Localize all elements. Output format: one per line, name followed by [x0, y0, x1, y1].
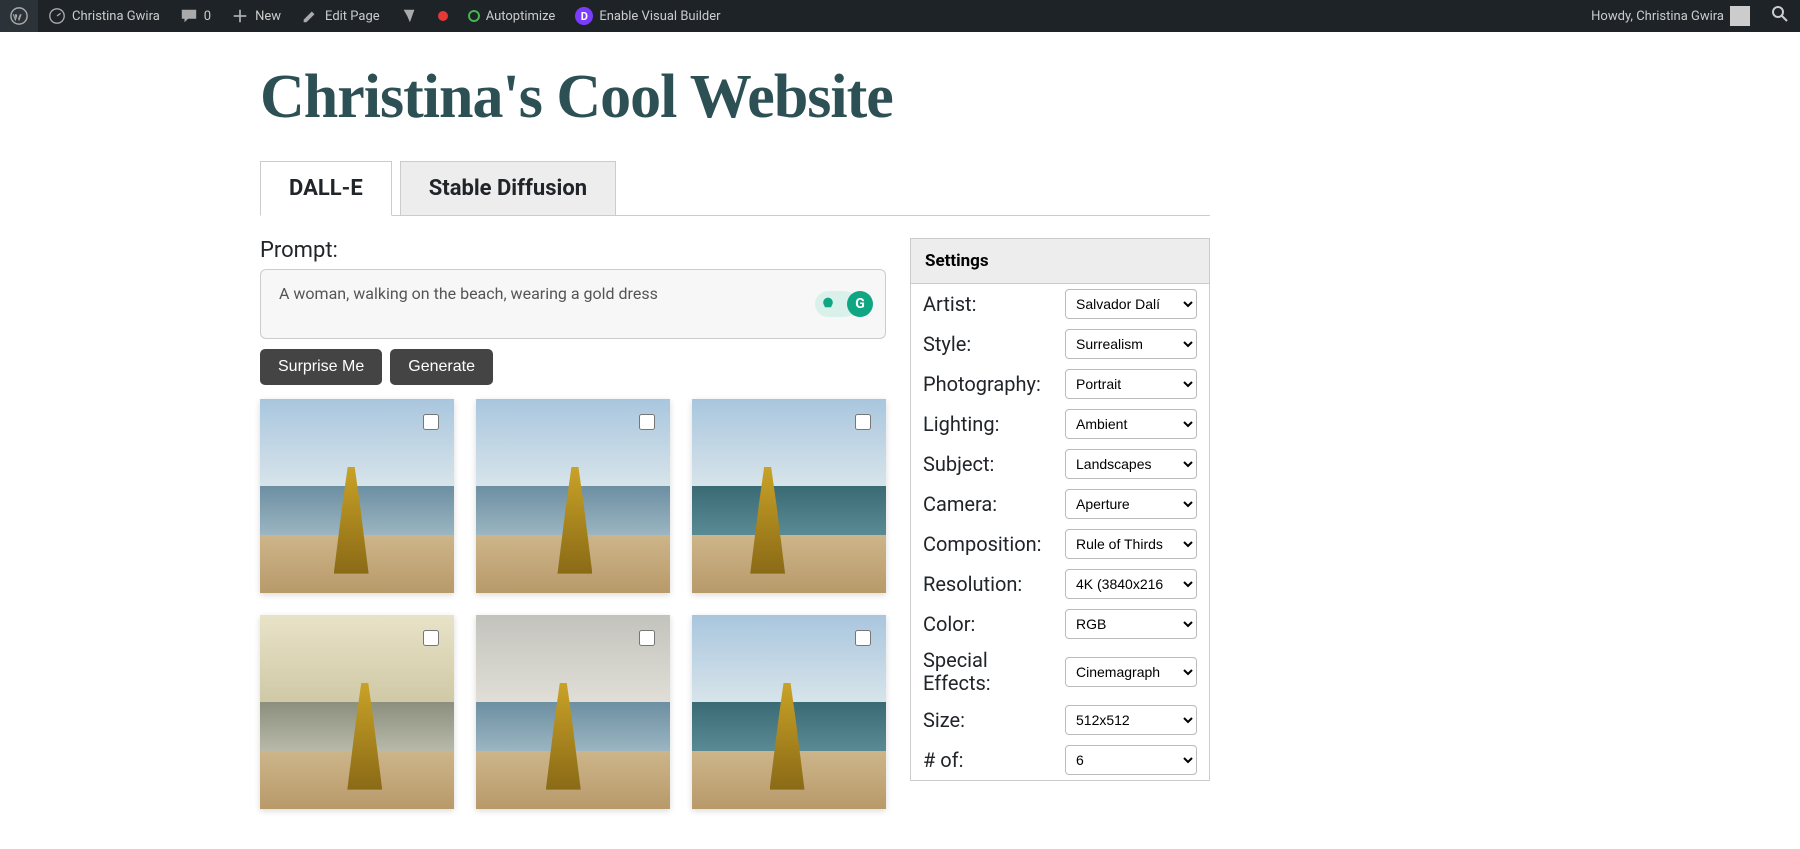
setting-select-subject[interactable]: Landscapes	[1065, 449, 1197, 479]
setting-select-style[interactable]: Surrealism	[1065, 329, 1197, 359]
plus-icon	[231, 7, 249, 25]
setting-select-composition[interactable]: Rule of Thirds	[1065, 529, 1197, 559]
results-gallery	[260, 399, 886, 809]
result-thumb[interactable]	[692, 399, 886, 593]
setting-select-lighting[interactable]: Ambient	[1065, 409, 1197, 439]
setting-row-count: # of:6	[911, 740, 1209, 780]
surprise-button[interactable]: Surprise Me	[260, 349, 382, 385]
select-result-checkbox[interactable]	[639, 414, 655, 430]
tab-dalle[interactable]: DALL-E	[260, 161, 392, 216]
avatar-icon	[1730, 6, 1750, 26]
select-result-checkbox[interactable]	[639, 630, 655, 646]
yoast-icon	[400, 7, 418, 25]
grammarly-widget[interactable]: G	[815, 291, 873, 317]
autoptimize-icon	[468, 10, 480, 22]
comment-icon	[180, 7, 198, 25]
result-thumb[interactable]	[260, 399, 454, 593]
setting-select-resolution[interactable]: 4K (3840x216	[1065, 569, 1197, 599]
setting-select-color[interactable]: RGB	[1065, 609, 1197, 639]
grammarly-icon: G	[847, 291, 873, 317]
wordpress-icon	[10, 7, 28, 25]
generator-tabs: DALL-E Stable Diffusion	[260, 161, 1210, 216]
setting-label-style: Style:	[923, 332, 1065, 356]
select-result-checkbox[interactable]	[855, 630, 871, 646]
setting-row-lighting: Lighting:Ambient	[911, 404, 1209, 444]
setting-label-resolution: Resolution:	[923, 572, 1065, 596]
settings-title: Settings	[911, 239, 1209, 284]
setting-row-composition: Composition:Rule of Thirds	[911, 524, 1209, 564]
howdy-label: Howdy, Christina Gwira	[1591, 9, 1724, 24]
page-content: Christina's Cool Website DALL-E Stable D…	[0, 32, 1210, 849]
setting-select-count[interactable]: 6	[1065, 745, 1197, 775]
setting-row-special: Special Effects:Cinemagraph	[911, 644, 1209, 700]
setting-row-style: Style:Surrealism	[911, 324, 1209, 364]
select-result-checkbox[interactable]	[423, 414, 439, 430]
setting-row-photography: Photography:Portrait	[911, 364, 1209, 404]
setting-label-camera: Camera:	[923, 492, 1065, 516]
prompt-label: Prompt:	[260, 238, 886, 263]
tab-stable-diffusion[interactable]: Stable Diffusion	[400, 161, 616, 216]
record-dot-icon	[438, 11, 448, 21]
setting-label-lighting: Lighting:	[923, 412, 1065, 436]
setting-row-subject: Subject:Landscapes	[911, 444, 1209, 484]
divi-label: Enable Visual Builder	[599, 9, 720, 24]
autoptimize-link[interactable]: Autoptimize	[458, 0, 566, 32]
select-result-checkbox[interactable]	[423, 630, 439, 646]
divi-link[interactable]: D Enable Visual Builder	[565, 0, 730, 32]
site-name-label: Christina Gwira	[72, 9, 160, 24]
setting-label-subject: Subject:	[923, 452, 1065, 476]
edit-page-label: Edit Page	[325, 9, 380, 24]
search-button[interactable]	[1760, 0, 1800, 32]
select-result-checkbox[interactable]	[855, 414, 871, 430]
edit-page-link[interactable]: Edit Page	[291, 0, 390, 32]
setting-row-resolution: Resolution:4K (3840x216	[911, 564, 1209, 604]
setting-row-artist: Artist:Salvador Dalí	[911, 284, 1209, 324]
result-thumb[interactable]	[692, 615, 886, 809]
site-name-link[interactable]: Christina Gwira	[38, 0, 170, 32]
setting-row-color: Color:RGB	[911, 604, 1209, 644]
setting-select-photography[interactable]: Portrait	[1065, 369, 1197, 399]
wp-logo[interactable]	[0, 0, 38, 32]
new-content-link[interactable]: New	[221, 0, 291, 32]
autoptimize-label: Autoptimize	[486, 9, 556, 24]
prompt-input[interactable]: A woman, walking on the beach, wearing a…	[260, 269, 886, 339]
setting-label-special: Special Effects:	[923, 649, 1065, 695]
settings-panel: Settings Artist:Salvador DalíStyle:Surre…	[910, 238, 1210, 809]
setting-row-size: Size:512x512	[911, 700, 1209, 740]
generate-button[interactable]: Generate	[390, 349, 493, 385]
setting-select-special[interactable]: Cinemagraph	[1065, 657, 1197, 687]
setting-label-color: Color:	[923, 612, 1065, 636]
setting-select-size[interactable]: 512x512	[1065, 705, 1197, 735]
setting-label-count: # of:	[923, 748, 1065, 772]
search-icon	[1770, 4, 1790, 28]
setting-label-size: Size:	[923, 708, 1065, 732]
setting-label-composition: Composition:	[923, 532, 1065, 556]
result-thumb[interactable]	[260, 615, 454, 809]
setting-label-photography: Photography:	[923, 372, 1065, 396]
dashboard-icon	[48, 7, 66, 25]
record-indicator[interactable]	[428, 0, 458, 32]
setting-select-artist[interactable]: Salvador Dalí	[1065, 289, 1197, 319]
setting-row-camera: Camera:Aperture	[911, 484, 1209, 524]
yoast-link[interactable]	[390, 0, 428, 32]
setting-label-artist: Artist:	[923, 292, 1065, 316]
prompt-column: Prompt: A woman, walking on the beach, w…	[260, 238, 886, 809]
prompt-text: A woman, walking on the beach, wearing a…	[279, 284, 658, 303]
comments-link[interactable]: 0	[170, 0, 221, 32]
result-thumb[interactable]	[476, 615, 670, 809]
comment-count: 0	[204, 9, 211, 24]
wp-admin-bar: Christina Gwira 0 New Edit Page	[0, 0, 1800, 32]
howdy-link[interactable]: Howdy, Christina Gwira	[1581, 0, 1760, 32]
result-thumb[interactable]	[476, 399, 670, 593]
setting-select-camera[interactable]: Aperture	[1065, 489, 1197, 519]
divi-icon: D	[575, 7, 593, 25]
page-title: Christina's Cool Website	[260, 62, 1210, 133]
new-label: New	[255, 9, 281, 24]
pencil-icon	[301, 7, 319, 25]
